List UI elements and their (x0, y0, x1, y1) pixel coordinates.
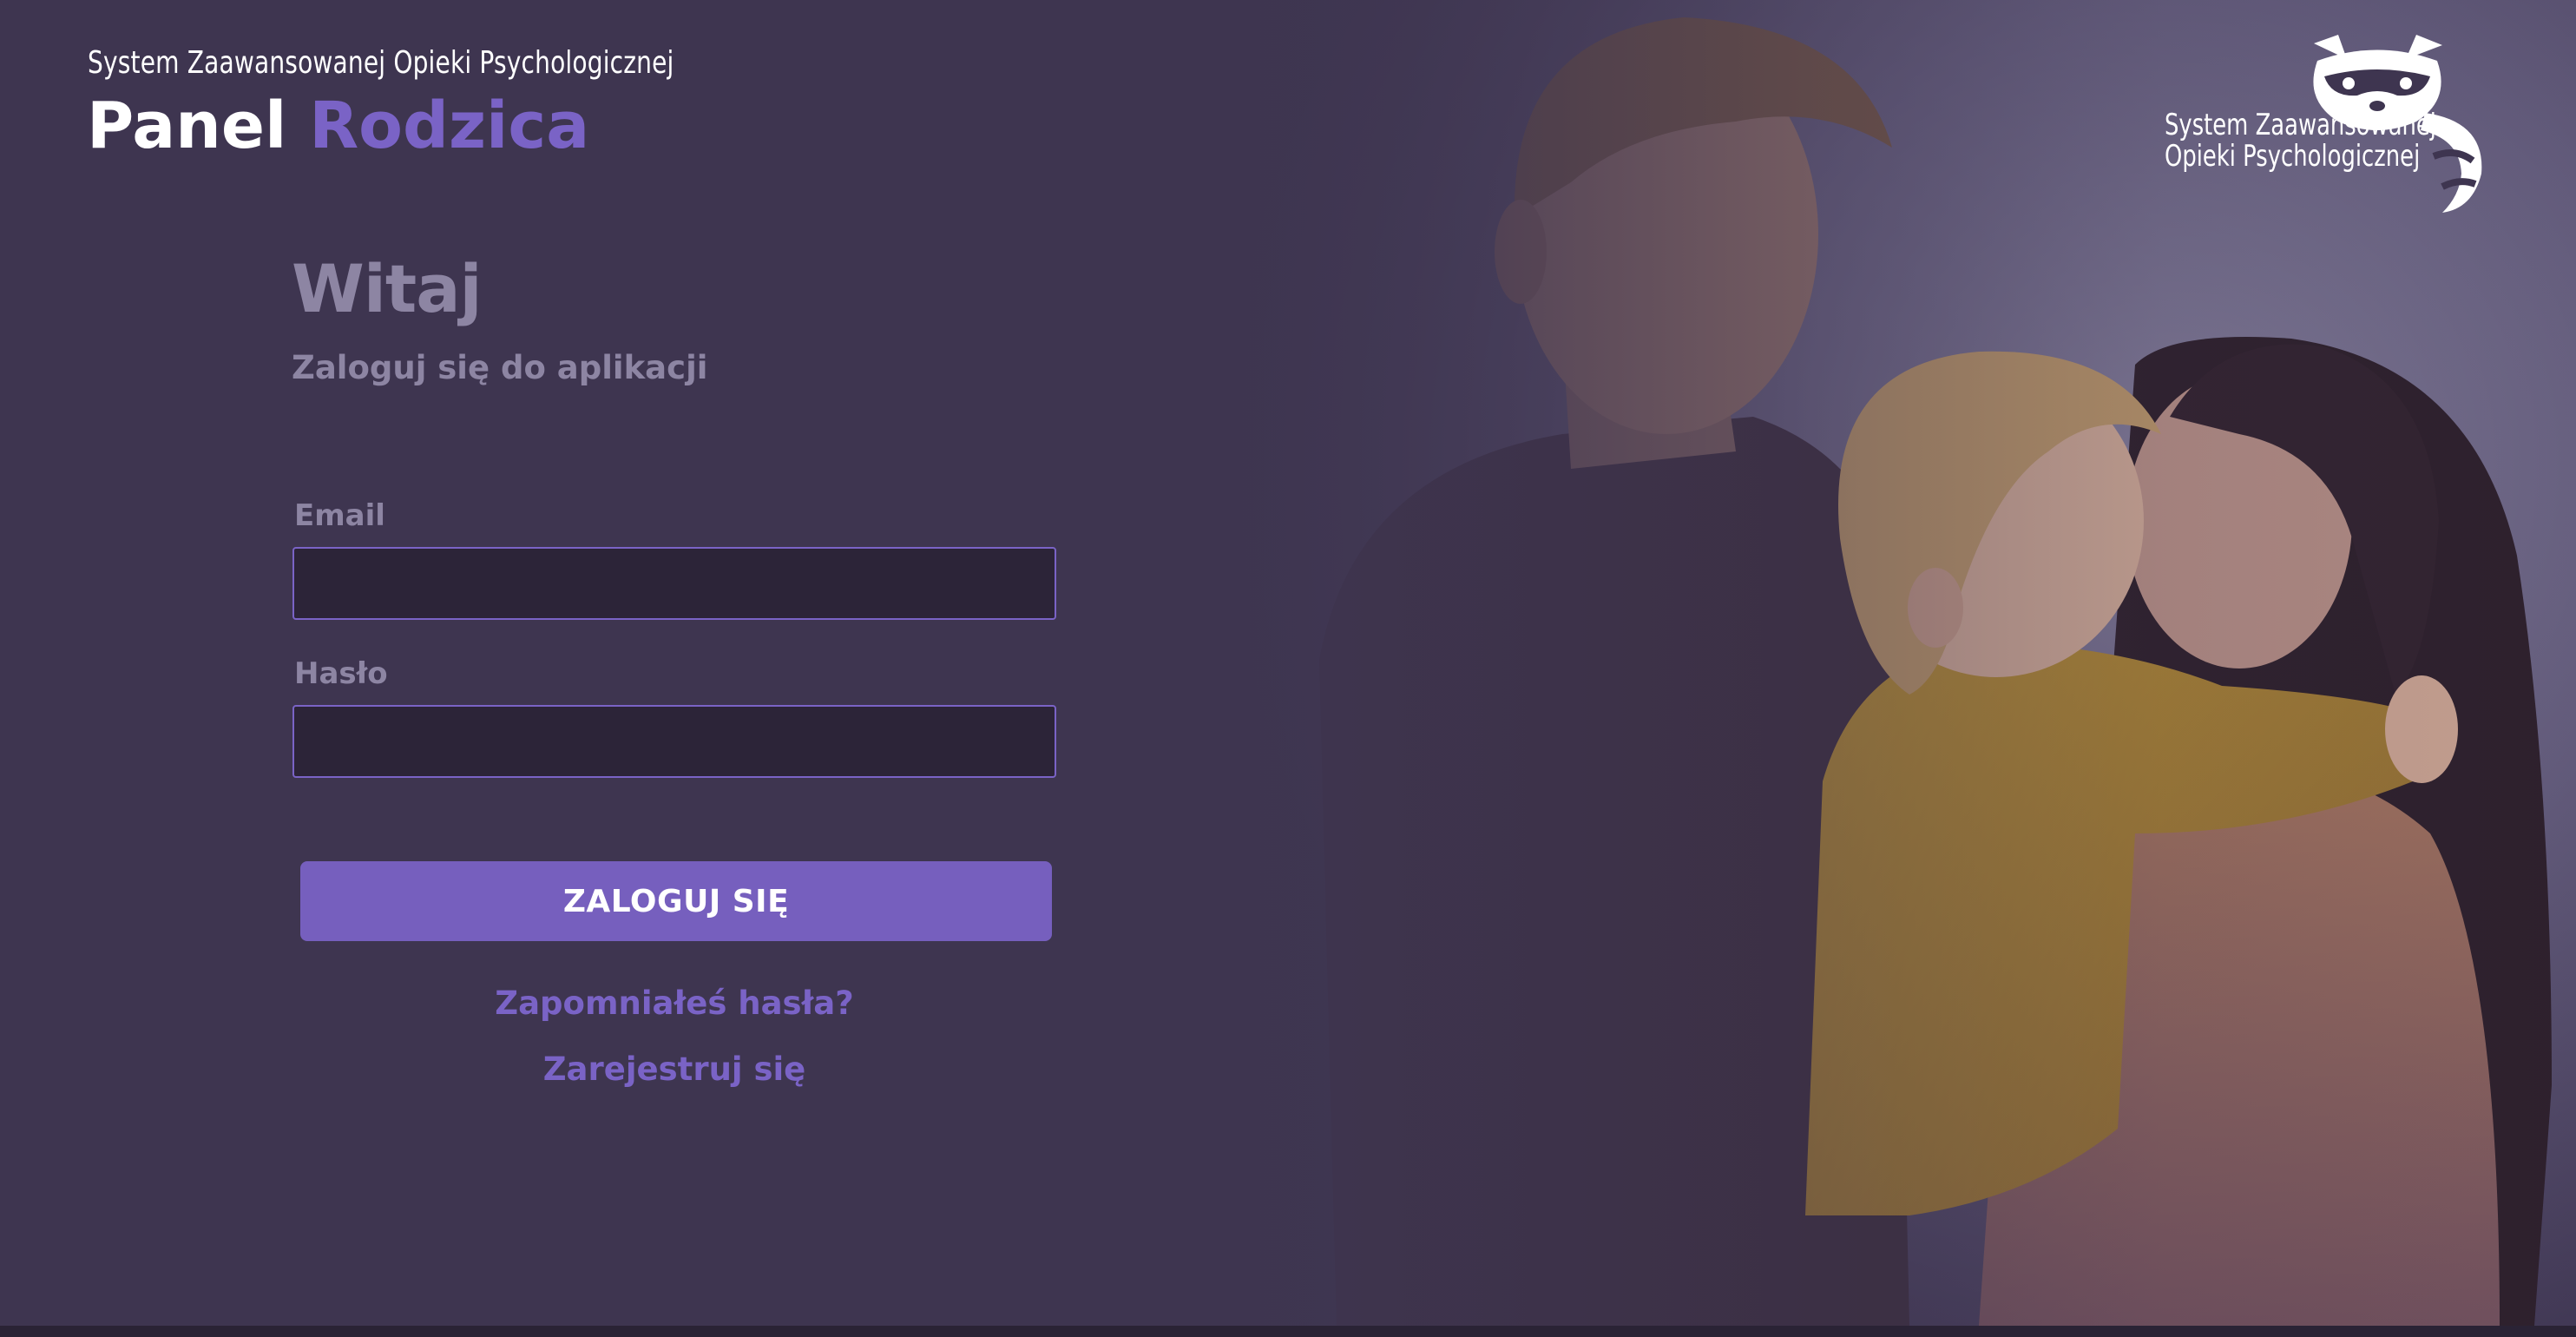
bottom-bar (0, 1326, 2576, 1337)
email-field[interactable] (292, 547, 1056, 620)
brand-line-2: Opieki Psychologicznej (2165, 139, 2421, 174)
page-title-part2: Rodzica (309, 89, 590, 163)
welcome-heading: Witaj (292, 250, 483, 327)
brand-line-1: System Zaawansowanej (2165, 108, 2436, 142)
forgot-password-link[interactable]: Zapomniałeś hasła? (292, 985, 1056, 1022)
page-title-part1: Panel (87, 89, 287, 163)
register-link[interactable]: Zarejestruj się (292, 1050, 1056, 1088)
login-button[interactable]: ZALOGUJ SIĘ (300, 861, 1052, 941)
password-field[interactable] (292, 705, 1056, 778)
page-title: Panel Rodzica (87, 87, 589, 165)
email-label: Email (294, 498, 385, 533)
app-subtitle: System Zaawansowanej Opieki Psychologicz… (88, 45, 674, 81)
login-prompt: Zaloguj się do aplikacji (292, 349, 708, 386)
login-page: System Zaawansowanej Opieki Psychologicz… (0, 0, 2576, 1326)
password-label: Hasło (294, 656, 388, 691)
brand-logo: System Zaawansowanej Opieki Psychologicz… (2165, 35, 2494, 217)
brand-text: System Zaawansowanej Opieki Psychologicz… (2165, 109, 2436, 172)
